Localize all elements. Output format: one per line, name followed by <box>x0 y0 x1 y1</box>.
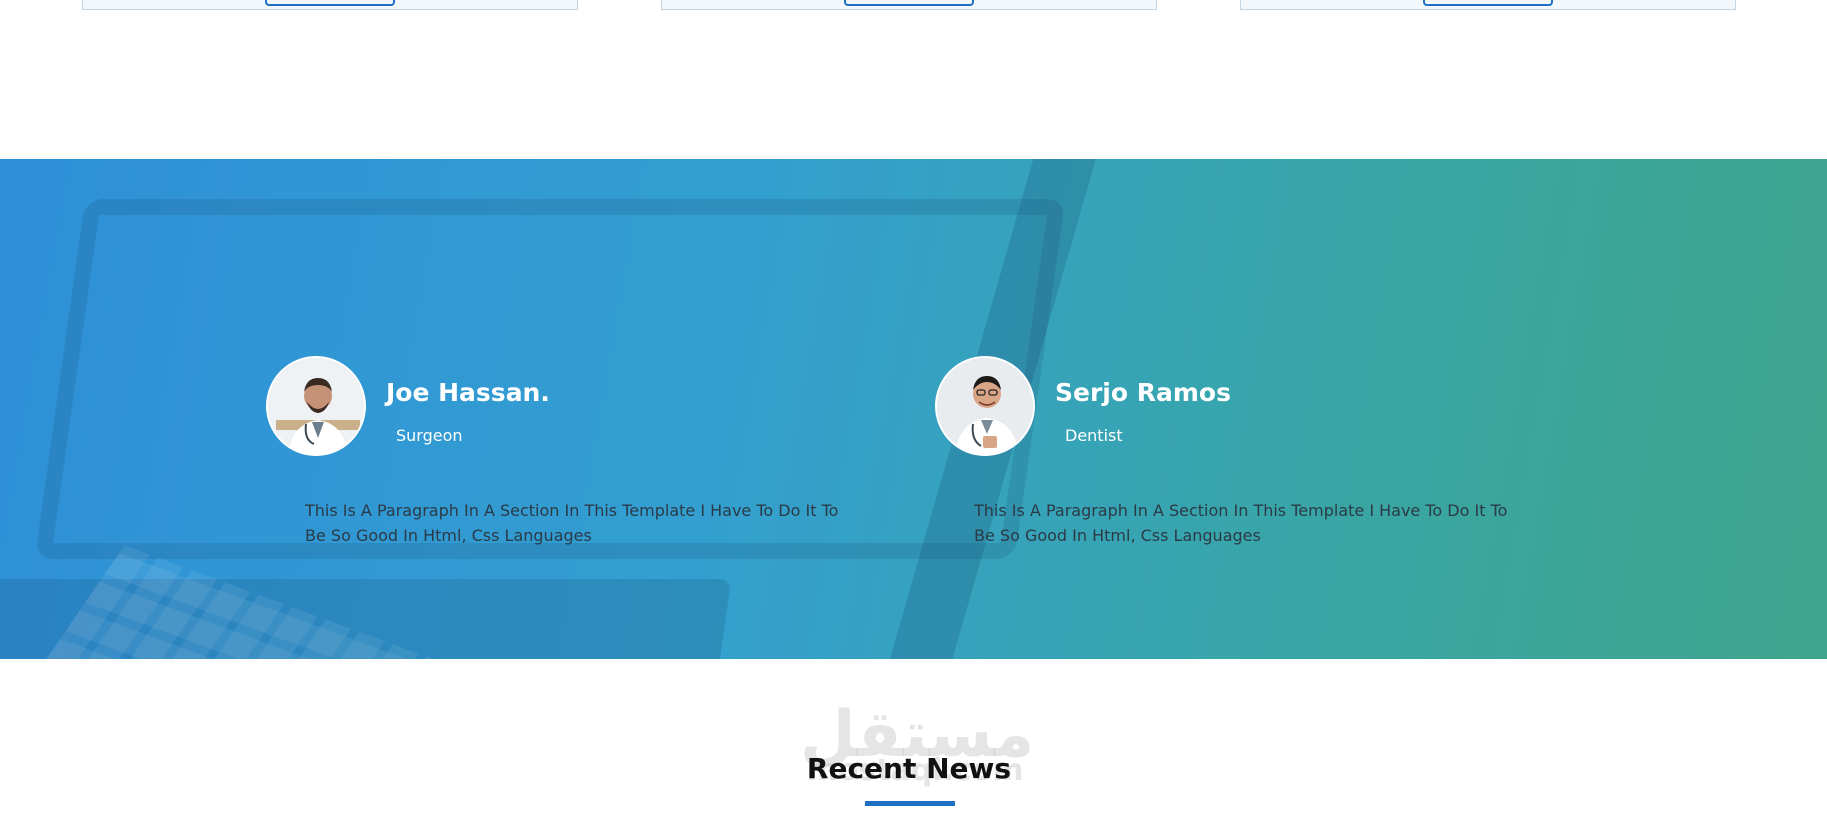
doctor-portrait-icon <box>937 358 1033 454</box>
testimonial-name: Joe Hassan. <box>386 378 550 407</box>
card-1-button[interactable] <box>265 0 395 6</box>
testimonial-role: Surgeon <box>396 426 463 445</box>
service-card-1 <box>82 0 578 10</box>
testimonial-card-2: Serjo Ramos Dentist This Is A Paragraph … <box>935 356 1535 556</box>
recent-news-title: Recent News <box>806 752 1012 785</box>
avatar <box>935 356 1035 456</box>
service-card-2 <box>661 0 1157 10</box>
testimonial-name: Serjo Ramos <box>1055 378 1231 407</box>
avatar <box>266 356 366 456</box>
card-3-button[interactable] <box>1423 0 1553 6</box>
service-card-3 <box>1240 0 1736 10</box>
testimonial-quote: This Is A Paragraph In A Section In This… <box>974 501 1508 545</box>
testimonial-quote: This Is A Paragraph In A Section In This… <box>305 501 839 545</box>
title-underline <box>865 801 955 806</box>
testimonial-role: Dentist <box>1065 426 1123 445</box>
card-2-button[interactable] <box>844 0 974 6</box>
testimonial-card-1: Joe Hassan. Surgeon This Is A Paragraph … <box>266 356 866 556</box>
doctor-portrait-icon <box>268 358 364 454</box>
